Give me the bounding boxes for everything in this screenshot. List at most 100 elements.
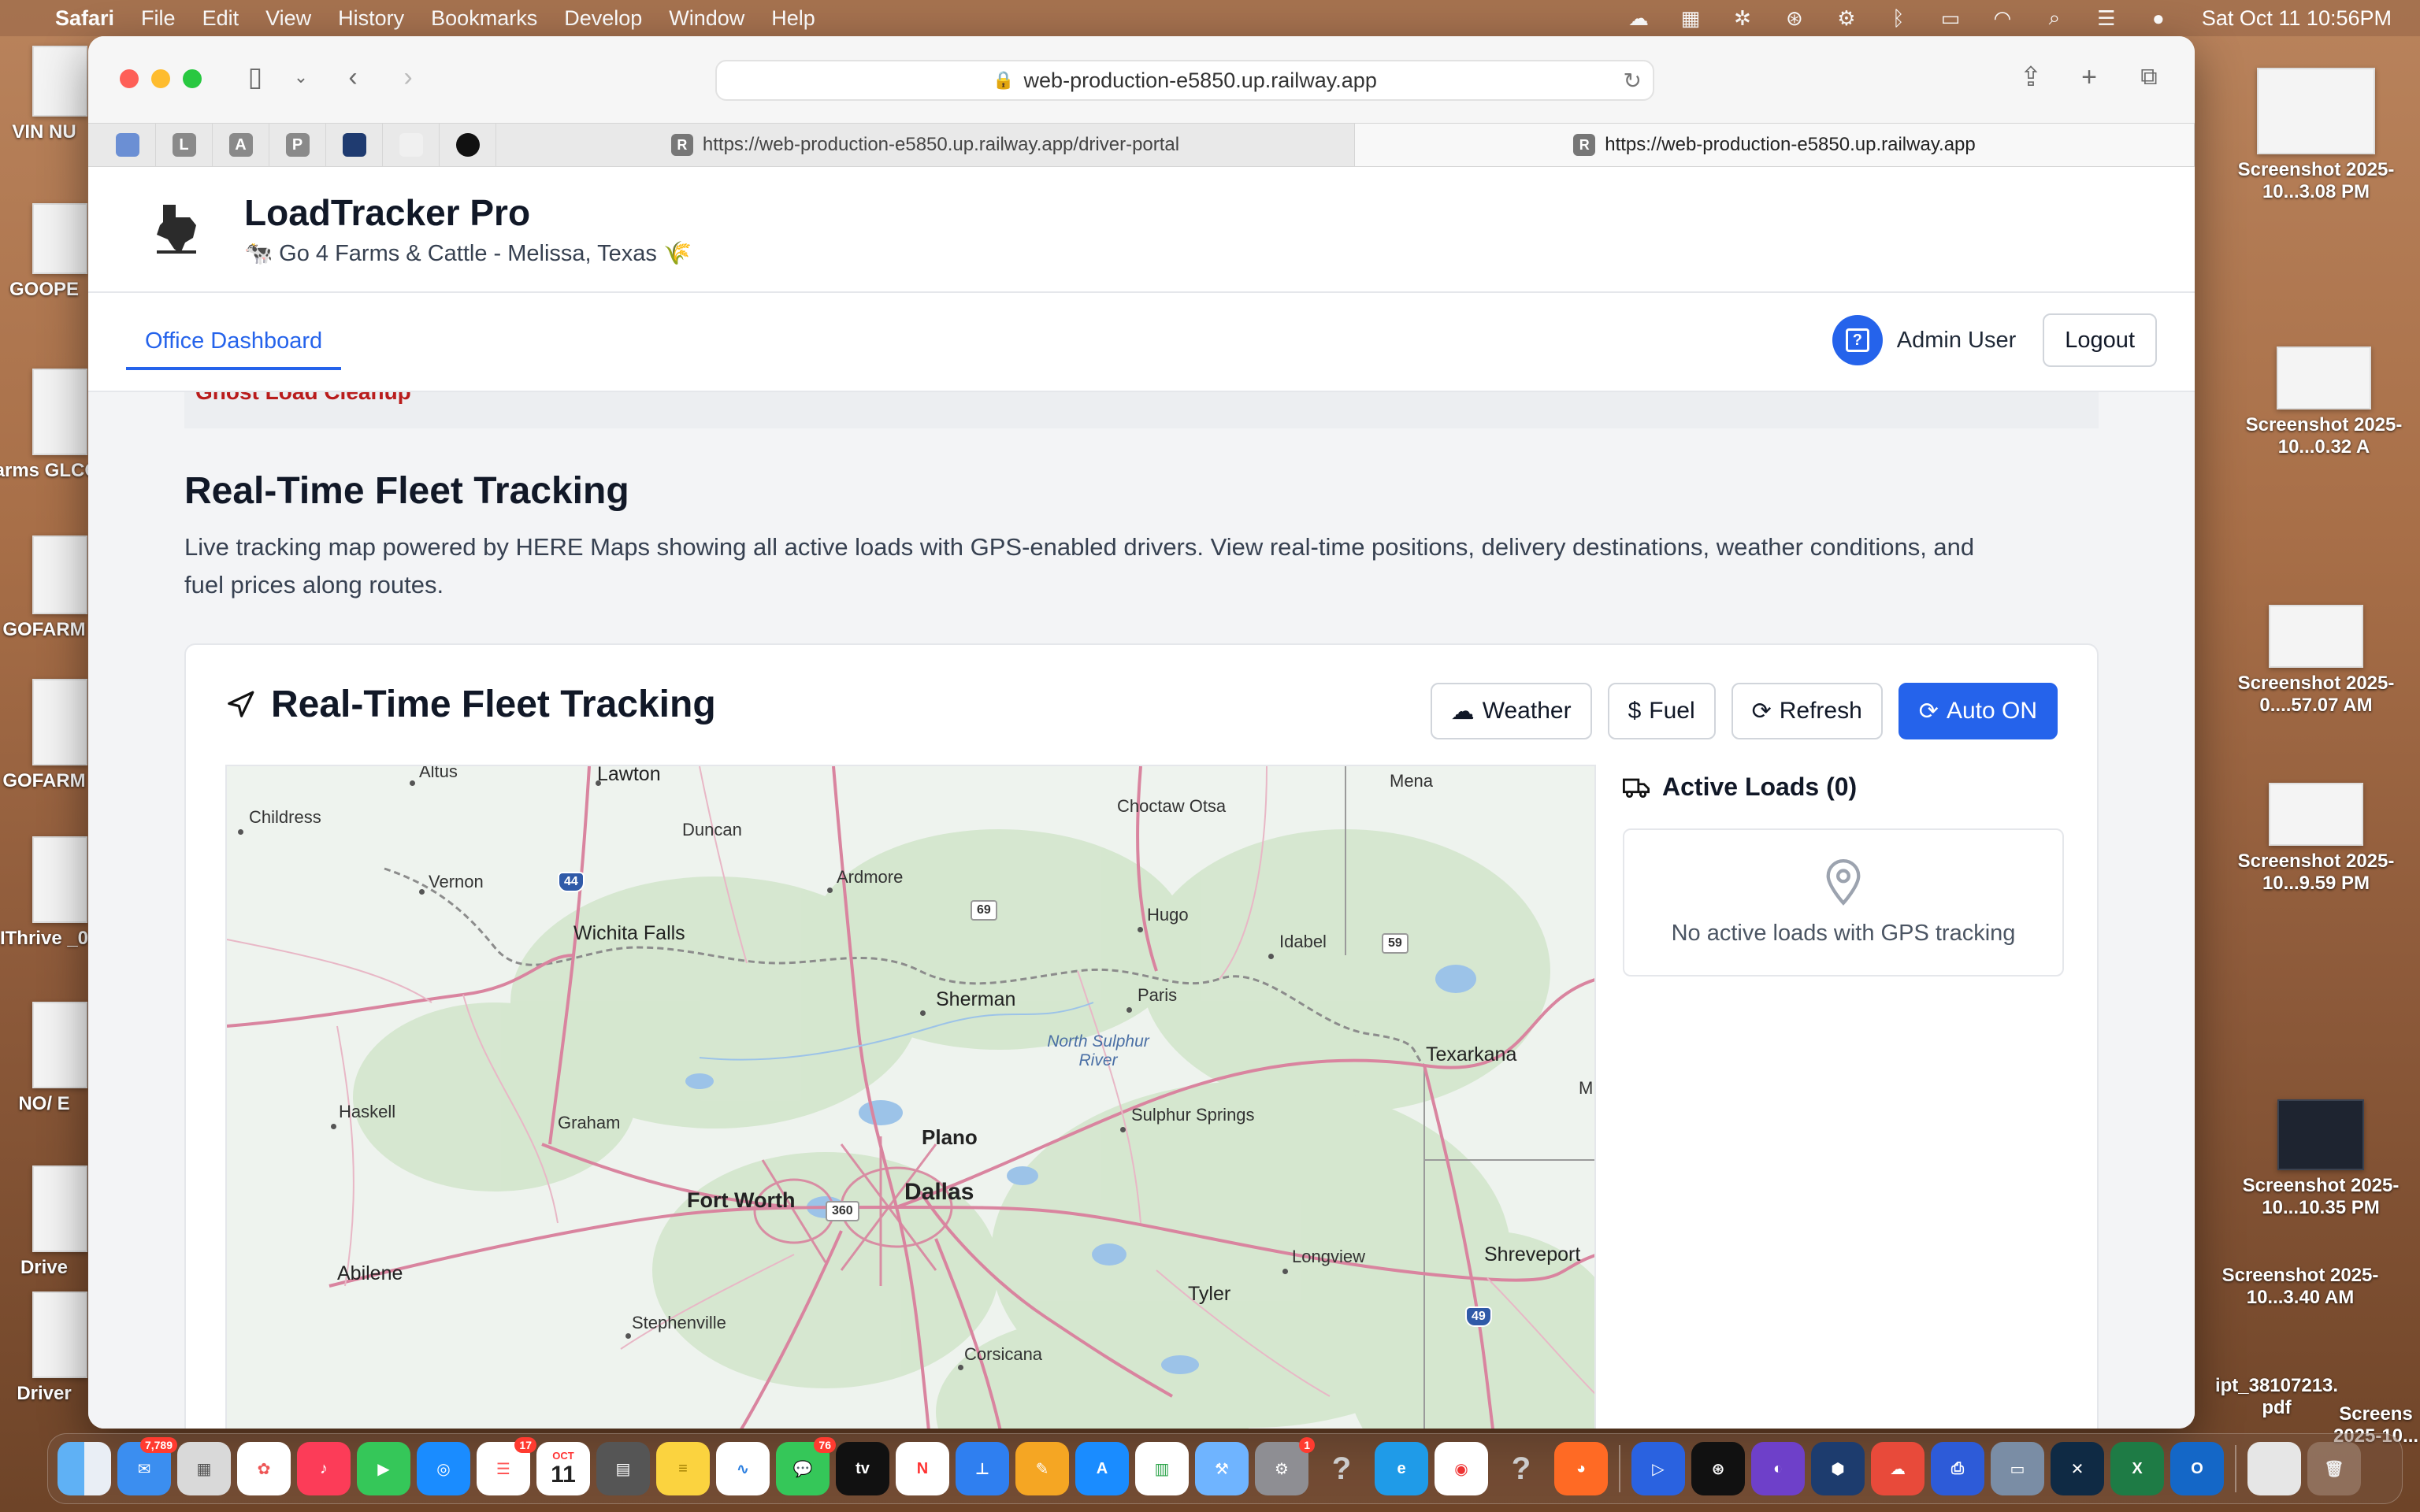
desktop-file[interactable]: Screenshot 2025-10...0.32 A: [2229, 346, 2418, 458]
app-store-icon[interactable]: A: [1075, 1442, 1129, 1495]
control-center-icon[interactable]: ☰: [2092, 6, 2121, 30]
cursor-icon[interactable]: ✕: [2051, 1442, 2104, 1495]
chrome-icon[interactable]: ◉: [1435, 1442, 1488, 1495]
zoom-window-button[interactable]: [183, 69, 202, 88]
pinned-tab[interactable]: [440, 124, 496, 166]
news-icon[interactable]: N: [896, 1442, 949, 1495]
chevron-down-icon[interactable]: ⌄: [284, 60, 318, 94]
refresh-button[interactable]: ⟳ Refresh: [1731, 683, 1883, 739]
bluetooth-icon[interactable]: ᛒ: [1884, 6, 1913, 30]
close-window-button[interactable]: [120, 69, 139, 88]
minimize-window-button[interactable]: [151, 69, 170, 88]
github-icon[interactable]: ◐: [1751, 1442, 1805, 1495]
calculator-icon[interactable]: ▤: [596, 1442, 650, 1495]
menu-clock[interactable]: Sat Oct 11 10:56PM: [2202, 6, 2392, 31]
xcode-icon[interactable]: ⚒: [1195, 1442, 1249, 1495]
pinned-tab[interactable]: L: [156, 124, 213, 166]
menu-view[interactable]: View: [265, 6, 311, 31]
desktop-file[interactable]: Go Farms GLCOI - ...: [0, 369, 137, 482]
search-icon[interactable]: ⌕: [2040, 6, 2069, 30]
keynote-icon[interactable]: ⊥: [956, 1442, 1009, 1495]
battery-icon[interactable]: ▭: [1936, 6, 1965, 30]
pinned-tab[interactable]: P: [269, 124, 326, 166]
mail-icon[interactable]: ✉ 7,789: [117, 1437, 177, 1495]
wifi-icon[interactable]: ◠: [1988, 6, 2017, 30]
chatgpt-icon[interactable]: ⊛: [1691, 1442, 1745, 1495]
menu-history[interactable]: History: [338, 6, 404, 31]
calendar-widget-icon[interactable]: ▦: [1676, 6, 1706, 30]
calendar-icon[interactable]: OCT 11: [536, 1442, 590, 1495]
trash-icon[interactable]: 🗑: [2307, 1442, 2361, 1495]
sidebar-toggle-icon[interactable]: ▯: [238, 60, 273, 94]
system-settings-icon[interactable]: ⚙ 1: [1255, 1437, 1315, 1495]
logout-button[interactable]: Logout: [2043, 313, 2157, 367]
proxyman-icon[interactable]: ⬢: [1811, 1442, 1865, 1495]
siri-icon[interactable]: ●: [2143, 6, 2173, 30]
help-icon[interactable]: ?: [1494, 1442, 1548, 1495]
fuel-button[interactable]: $ Fuel: [1607, 683, 1716, 739]
finder-icon[interactable]: [58, 1442, 111, 1495]
numbers-icon[interactable]: ▥: [1135, 1442, 1189, 1495]
settings-badge-icon[interactable]: ⚙: [1832, 6, 1861, 30]
desktop-file[interactable]: GOFARM: [0, 536, 88, 641]
firefox-icon[interactable]: ◕: [1554, 1442, 1608, 1495]
tab-overview-icon[interactable]: ⧉: [2132, 60, 2166, 94]
back-button[interactable]: ‹: [336, 60, 370, 94]
desktop-file[interactable]: Screenshot 2025-10...3.08 PM: [2221, 68, 2411, 202]
weather-button[interactable]: ☁ Weather: [1430, 683, 1592, 739]
edge-icon[interactable]: e: [1375, 1442, 1428, 1495]
menu-file[interactable]: File: [141, 6, 176, 31]
outlook-icon[interactable]: O: [2170, 1442, 2224, 1495]
menu-bookmarks[interactable]: Bookmarks: [431, 6, 537, 31]
pinned-tab[interactable]: A: [213, 124, 269, 166]
desktop-file[interactable]: IThrive _0: [0, 836, 88, 950]
notes-icon[interactable]: ≡: [656, 1442, 710, 1495]
creative-cloud-icon[interactable]: ☁: [1624, 6, 1654, 30]
forward-button[interactable]: ›: [391, 60, 425, 94]
bug-icon[interactable]: ✲: [1728, 6, 1757, 30]
cloud-upload-icon[interactable]: ☁: [1871, 1442, 1924, 1495]
help-icon[interactable]: ?: [1315, 1442, 1368, 1495]
photos-icon[interactable]: ✿: [237, 1442, 291, 1495]
facetime-icon[interactable]: ▶: [357, 1442, 410, 1495]
address-bar[interactable]: 🔒 web-production-e5850.up.railway.app ↻: [715, 60, 1654, 101]
chatgpt-icon[interactable]: ⊛: [1780, 6, 1809, 30]
desktop-file[interactable]: Driver: [0, 1292, 88, 1405]
desktop-file[interactable]: Screenshot 2025-10...9.59 PM: [2221, 783, 2411, 894]
desktop-file[interactable]: GOOPE: [0, 203, 88, 301]
auto-refresh-toggle[interactable]: ⟳ Auto ON: [1898, 683, 2058, 739]
tab-driver-portal[interactable]: R https://web-production-e5850.up.railwa…: [496, 124, 1355, 166]
tv-icon[interactable]: tv: [836, 1442, 889, 1495]
downloads-stack-icon[interactable]: [2247, 1442, 2301, 1495]
tab-home[interactable]: R https://web-production-e5850.up.railwa…: [1355, 124, 2195, 166]
reload-icon[interactable]: ↻: [1624, 68, 1642, 94]
music-icon[interactable]: ♪: [297, 1442, 351, 1495]
pinned-tab[interactable]: [383, 124, 440, 166]
share-icon[interactable]: ⇪: [2014, 60, 2048, 94]
pages-icon[interactable]: ✎: [1015, 1442, 1069, 1495]
menu-help[interactable]: Help: [771, 6, 815, 31]
excel-icon[interactable]: X: [2110, 1442, 2164, 1495]
desktop-file[interactable]: NO/ E: [0, 1002, 88, 1115]
copilot-icon[interactable]: ▷: [1631, 1442, 1685, 1495]
launchpad-icon[interactable]: ▦: [177, 1442, 231, 1495]
desktop-file[interactable]: Screenshot 2025-10...3.40 AM: [2206, 1260, 2395, 1308]
freeform-icon[interactable]: ∿: [716, 1442, 770, 1495]
new-tab-button[interactable]: +: [2072, 60, 2106, 94]
pinned-tab[interactable]: [99, 124, 156, 166]
messages-icon[interactable]: 💬 76: [776, 1437, 836, 1495]
desktop-file[interactable]: Screenshot 2025-10...10.35 PM: [2221, 1099, 2420, 1218]
pinned-tab[interactable]: [326, 124, 383, 166]
desktop-file[interactable]: VIN NU: [0, 46, 88, 143]
printer-icon[interactable]: ⎙: [1931, 1442, 1984, 1495]
screen-icon[interactable]: ▭: [1991, 1442, 2044, 1495]
desktop-file[interactable]: Screenshot 2025-0....57.07 AM: [2221, 605, 2411, 716]
reminders-icon[interactable]: ☰ 17: [477, 1437, 536, 1495]
desktop-file[interactable]: Drive: [0, 1166, 88, 1279]
fleet-map[interactable]: Altus Lawton Mena Childress Duncan Choct…: [225, 765, 1596, 1429]
menu-develop[interactable]: Develop: [564, 6, 642, 31]
menu-app-name[interactable]: Safari: [55, 6, 114, 31]
menu-window[interactable]: Window: [669, 6, 744, 31]
tab-office-dashboard[interactable]: Office Dashboard: [126, 315, 342, 370]
safari-icon[interactable]: ◎: [417, 1442, 470, 1495]
